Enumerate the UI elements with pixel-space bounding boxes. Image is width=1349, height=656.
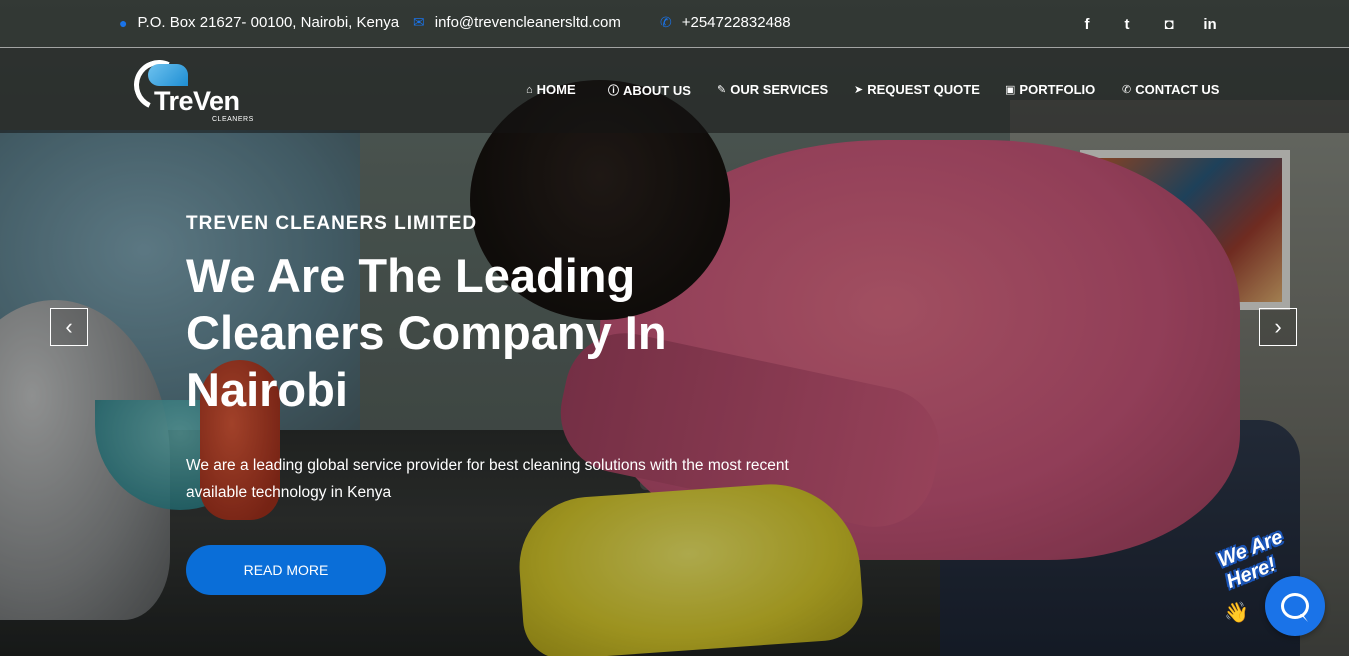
facebook-icon[interactable]: f — [1076, 14, 1098, 34]
chevron-right-icon: › — [1274, 314, 1282, 339]
logo-name: TreVen — [154, 86, 240, 116]
email-info[interactable]: ✉ info@trevencleanersltd.com — [413, 14, 621, 31]
read-more-button[interactable]: READ MORE — [186, 545, 386, 595]
envelope-icon: ✉ — [413, 14, 425, 30]
address-info: ● P.O. Box 21627- 00100, Nairobi, Kenya — [119, 14, 399, 31]
chevron-left-icon: ‹ — [65, 314, 73, 339]
linkedin-icon[interactable]: in — [1199, 14, 1221, 34]
nav-label: OUR SERVICES — [730, 82, 829, 97]
phone-icon: ✆ — [1122, 84, 1132, 96]
logo-tagline: CLEANERS — [212, 116, 254, 123]
home-icon: ⌂ — [526, 83, 533, 96]
twitter-icon[interactable]: t — [1116, 14, 1138, 34]
nav-label: PORTFOLIO — [1019, 82, 1096, 97]
nav-label: CONTACT US — [1135, 82, 1220, 97]
nav-label: ABOUT US — [623, 82, 691, 98]
nav-item-our-services[interactable]: ✎ OUR SERVICES — [717, 82, 828, 97]
hero-subtext: We are a leading global service provider… — [186, 457, 789, 501]
hero-eyebrow: TREVEN CLEANERS LIMITED — [186, 213, 478, 234]
wrench-icon: ✎ — [717, 84, 727, 96]
chat-bubble-icon — [1281, 593, 1309, 619]
info-icon: ⓘ — [608, 85, 619, 97]
site-logo[interactable]: TreVen CLEANERS — [126, 52, 262, 126]
nav-item-contact-us[interactable]: ✆ CONTACT US — [1122, 82, 1219, 97]
map-marker-icon: ● — [119, 14, 128, 31]
top-contact-bar: ● P.O. Box 21627- 00100, Nairobi, Kenya … — [0, 0, 1349, 48]
nav-label: HOME — [536, 82, 576, 97]
hero-headline: We Are The Leading Cleaners Company In N… — [186, 249, 667, 416]
paper-plane-icon: ➤ — [854, 84, 864, 96]
carousel-next-button[interactable]: › — [1259, 308, 1297, 346]
address-text: P.O. Box 21627- 00100, Nairobi, Kenya — [137, 14, 400, 31]
nav-item-home[interactable]: ⌂ HOME — [526, 82, 576, 97]
phone-info[interactable]: ✆ +254722832488 — [660, 14, 791, 31]
carousel-prev-button[interactable]: ‹ — [50, 308, 88, 346]
nav-item-request-quote[interactable]: ➤ REQUEST QUOTE — [854, 82, 980, 97]
email-link[interactable]: info@trevencleanersltd.com — [435, 14, 621, 31]
instagram-icon[interactable]: ◘ — [1158, 14, 1180, 34]
waving-hand-icon: 👋 — [1224, 602, 1249, 624]
nav-item-about-us[interactable]: ⓘ ABOUT US — [608, 82, 691, 98]
logo-wave-graphic — [148, 64, 188, 86]
nav-item-portfolio[interactable]: ▣ PORTFOLIO — [1005, 82, 1095, 97]
briefcase-icon: ▣ — [1005, 84, 1016, 96]
phone-icon: ✆ — [660, 14, 672, 30]
nav-label: REQUEST QUOTE — [867, 82, 980, 97]
phone-link[interactable]: +254722832488 — [682, 14, 791, 31]
chat-launcher-button[interactable] — [1265, 576, 1325, 636]
